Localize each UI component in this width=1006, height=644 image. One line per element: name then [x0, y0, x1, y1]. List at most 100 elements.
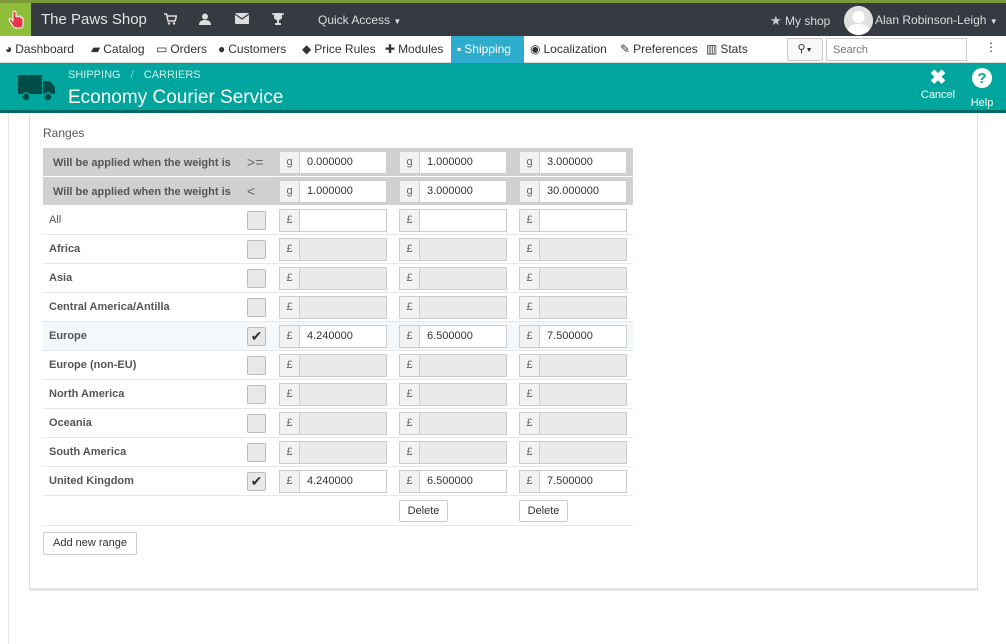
- range-to-input-1[interactable]: g 1.000000: [279, 180, 387, 203]
- nav-item-orders[interactable]: ▭ Orders: [156, 36, 207, 63]
- price-input[interactable]: £: [279, 209, 387, 232]
- quick-access-menu[interactable]: Quick Access ▼: [318, 13, 401, 27]
- nav-item-dashboard[interactable]: ◕ Dashboard: [5, 36, 74, 63]
- ellipsis-icon[interactable]: ⋮: [985, 40, 997, 54]
- range-from-input-3[interactable]: g 3.000000: [519, 151, 627, 174]
- price-input[interactable]: £4.240000: [279, 325, 387, 348]
- price-input[interactable]: £6.500000: [399, 325, 507, 348]
- zone-checkbox-checked[interactable]: ✔: [247, 327, 266, 346]
- bar-chart-icon: ▥: [706, 42, 718, 56]
- price-input: £: [399, 441, 507, 464]
- dashboard-icon: ◕: [5, 42, 13, 56]
- zone-row-africa: Africa £ £ £: [43, 235, 633, 264]
- zone-row-central-america: Central America/Antilla £ £ £: [43, 293, 633, 322]
- zone-checkbox[interactable]: [247, 240, 266, 259]
- nav-item-price-rules[interactable]: ◆ Price Rules: [302, 36, 376, 63]
- price-input[interactable]: £: [399, 209, 507, 232]
- nav-item-catalog[interactable]: ▰ Catalog: [91, 36, 145, 63]
- user-icon[interactable]: [199, 13, 211, 28]
- main-nav: ◕ Dashboard ▰ Catalog ▭ Orders ● Customers ◆…: [0, 36, 1006, 63]
- check-icon: ✔: [250, 328, 263, 344]
- search-input[interactable]: [826, 38, 967, 61]
- price-input: £: [519, 296, 627, 319]
- nav-item-preferences[interactable]: ✎ Preferences: [620, 36, 698, 63]
- zone-checkbox[interactable]: [247, 269, 266, 288]
- trophy-icon[interactable]: [272, 13, 284, 28]
- zone-row-asia: Asia £ £ £: [43, 264, 633, 293]
- price-input: £: [399, 354, 507, 377]
- price-input: £: [519, 383, 627, 406]
- shop-name[interactable]: The Paws Shop: [41, 11, 147, 28]
- truck-icon: [18, 73, 56, 106]
- user-menu[interactable]: Alan Robinson-Leigh ▼: [875, 13, 998, 27]
- zone-row-south-america: South America £ £ £: [43, 438, 633, 467]
- price-input[interactable]: £7.500000: [519, 325, 627, 348]
- zone-checkbox-checked[interactable]: ✔: [247, 472, 266, 491]
- nav-item-shipping[interactable]: ▪ Shipping: [451, 36, 524, 63]
- range-to-row: Will be applied when the weight is < g 1.…: [43, 177, 633, 206]
- price-input: £: [279, 383, 387, 406]
- range-to-input-2[interactable]: g 3.000000: [399, 180, 507, 203]
- search-icon: ⚲: [797, 43, 806, 55]
- delete-range-button[interactable]: Delete: [399, 500, 448, 522]
- close-icon: ✖: [929, 67, 947, 89]
- puzzle-icon: ✚: [385, 42, 396, 56]
- users-icon: ●: [218, 42, 226, 56]
- cart-icon[interactable]: [164, 13, 178, 28]
- check-icon: ✔: [250, 473, 263, 489]
- price-input: £: [399, 296, 507, 319]
- zone-row-oceania: Oceania £ £ £: [43, 409, 633, 438]
- price-input: £: [519, 238, 627, 261]
- page-title: Economy Courier Service: [68, 87, 284, 108]
- search-type-button[interactable]: ⚲▼: [787, 38, 823, 61]
- top-bar: The Paws Shop Quick Access ▼ ★ My shop A…: [0, 0, 1006, 36]
- range-from-input-2[interactable]: g 1.000000: [399, 151, 507, 174]
- range-from-input-1[interactable]: g 0.000000: [279, 151, 387, 174]
- caret-down-icon: ▼: [989, 17, 998, 26]
- globe-icon: ◉: [530, 42, 541, 56]
- price-input: £: [519, 412, 627, 435]
- price-input[interactable]: £4.240000: [279, 470, 387, 493]
- nav-item-customers[interactable]: ● Customers: [218, 36, 286, 63]
- nav-item-localization[interactable]: ◉ Localization: [530, 36, 607, 63]
- help-icon: ?: [967, 67, 997, 97]
- price-input[interactable]: £7.500000: [519, 470, 627, 493]
- price-input[interactable]: £6.500000: [399, 470, 507, 493]
- zone-checkbox[interactable]: [247, 211, 266, 230]
- zone-checkbox[interactable]: [247, 298, 266, 317]
- cancel-button[interactable]: ✖ Cancel: [920, 67, 956, 101]
- content-border: [8, 113, 9, 644]
- zone-checkbox[interactable]: [247, 385, 266, 404]
- envelope-icon[interactable]: [234, 13, 250, 27]
- book-icon: ▰: [91, 42, 101, 56]
- tag-icon: ◆: [302, 42, 312, 56]
- add-range-button[interactable]: Add new range: [43, 532, 137, 555]
- svg-text:?: ?: [977, 70, 986, 87]
- delete-range-button[interactable]: Delete: [519, 500, 568, 522]
- zone-checkbox[interactable]: [247, 356, 266, 375]
- price-input: £: [279, 238, 387, 261]
- caret-down-icon: ▼: [805, 47, 813, 54]
- nav-item-stats[interactable]: ▥ Stats: [706, 36, 748, 63]
- price-input[interactable]: £: [519, 209, 627, 232]
- price-input: £: [519, 354, 627, 377]
- avatar[interactable]: [844, 6, 873, 35]
- range-from-row: Will be applied when the weight is >= g0…: [43, 148, 633, 177]
- price-input: £: [519, 441, 627, 464]
- my-shop-link[interactable]: ★ My shop: [770, 13, 830, 29]
- nav-item-modules[interactable]: ✚ Modules: [385, 36, 443, 63]
- zone-row-north-america: North America £ £ £: [43, 380, 633, 409]
- breadcrumb: SHIPPING / CARRIERS: [68, 69, 201, 81]
- price-input: £: [279, 412, 387, 435]
- zone-checkbox[interactable]: [247, 443, 266, 462]
- ranges-label: Ranges: [43, 126, 85, 140]
- zone-row-europe: Europe ✔ £4.240000 £6.500000 £7.500000: [43, 322, 633, 351]
- zone-row-all: All £ £ £: [43, 206, 633, 235]
- range-to-input-3[interactable]: g 30.000000: [519, 180, 627, 203]
- page-header: SHIPPING / CARRIERS Economy Courier Serv…: [0, 63, 1006, 113]
- price-input: £: [279, 267, 387, 290]
- shop-logo[interactable]: [0, 3, 31, 36]
- zone-checkbox[interactable]: [247, 414, 266, 433]
- price-input: £: [399, 267, 507, 290]
- help-button[interactable]: ? Help: [967, 67, 997, 109]
